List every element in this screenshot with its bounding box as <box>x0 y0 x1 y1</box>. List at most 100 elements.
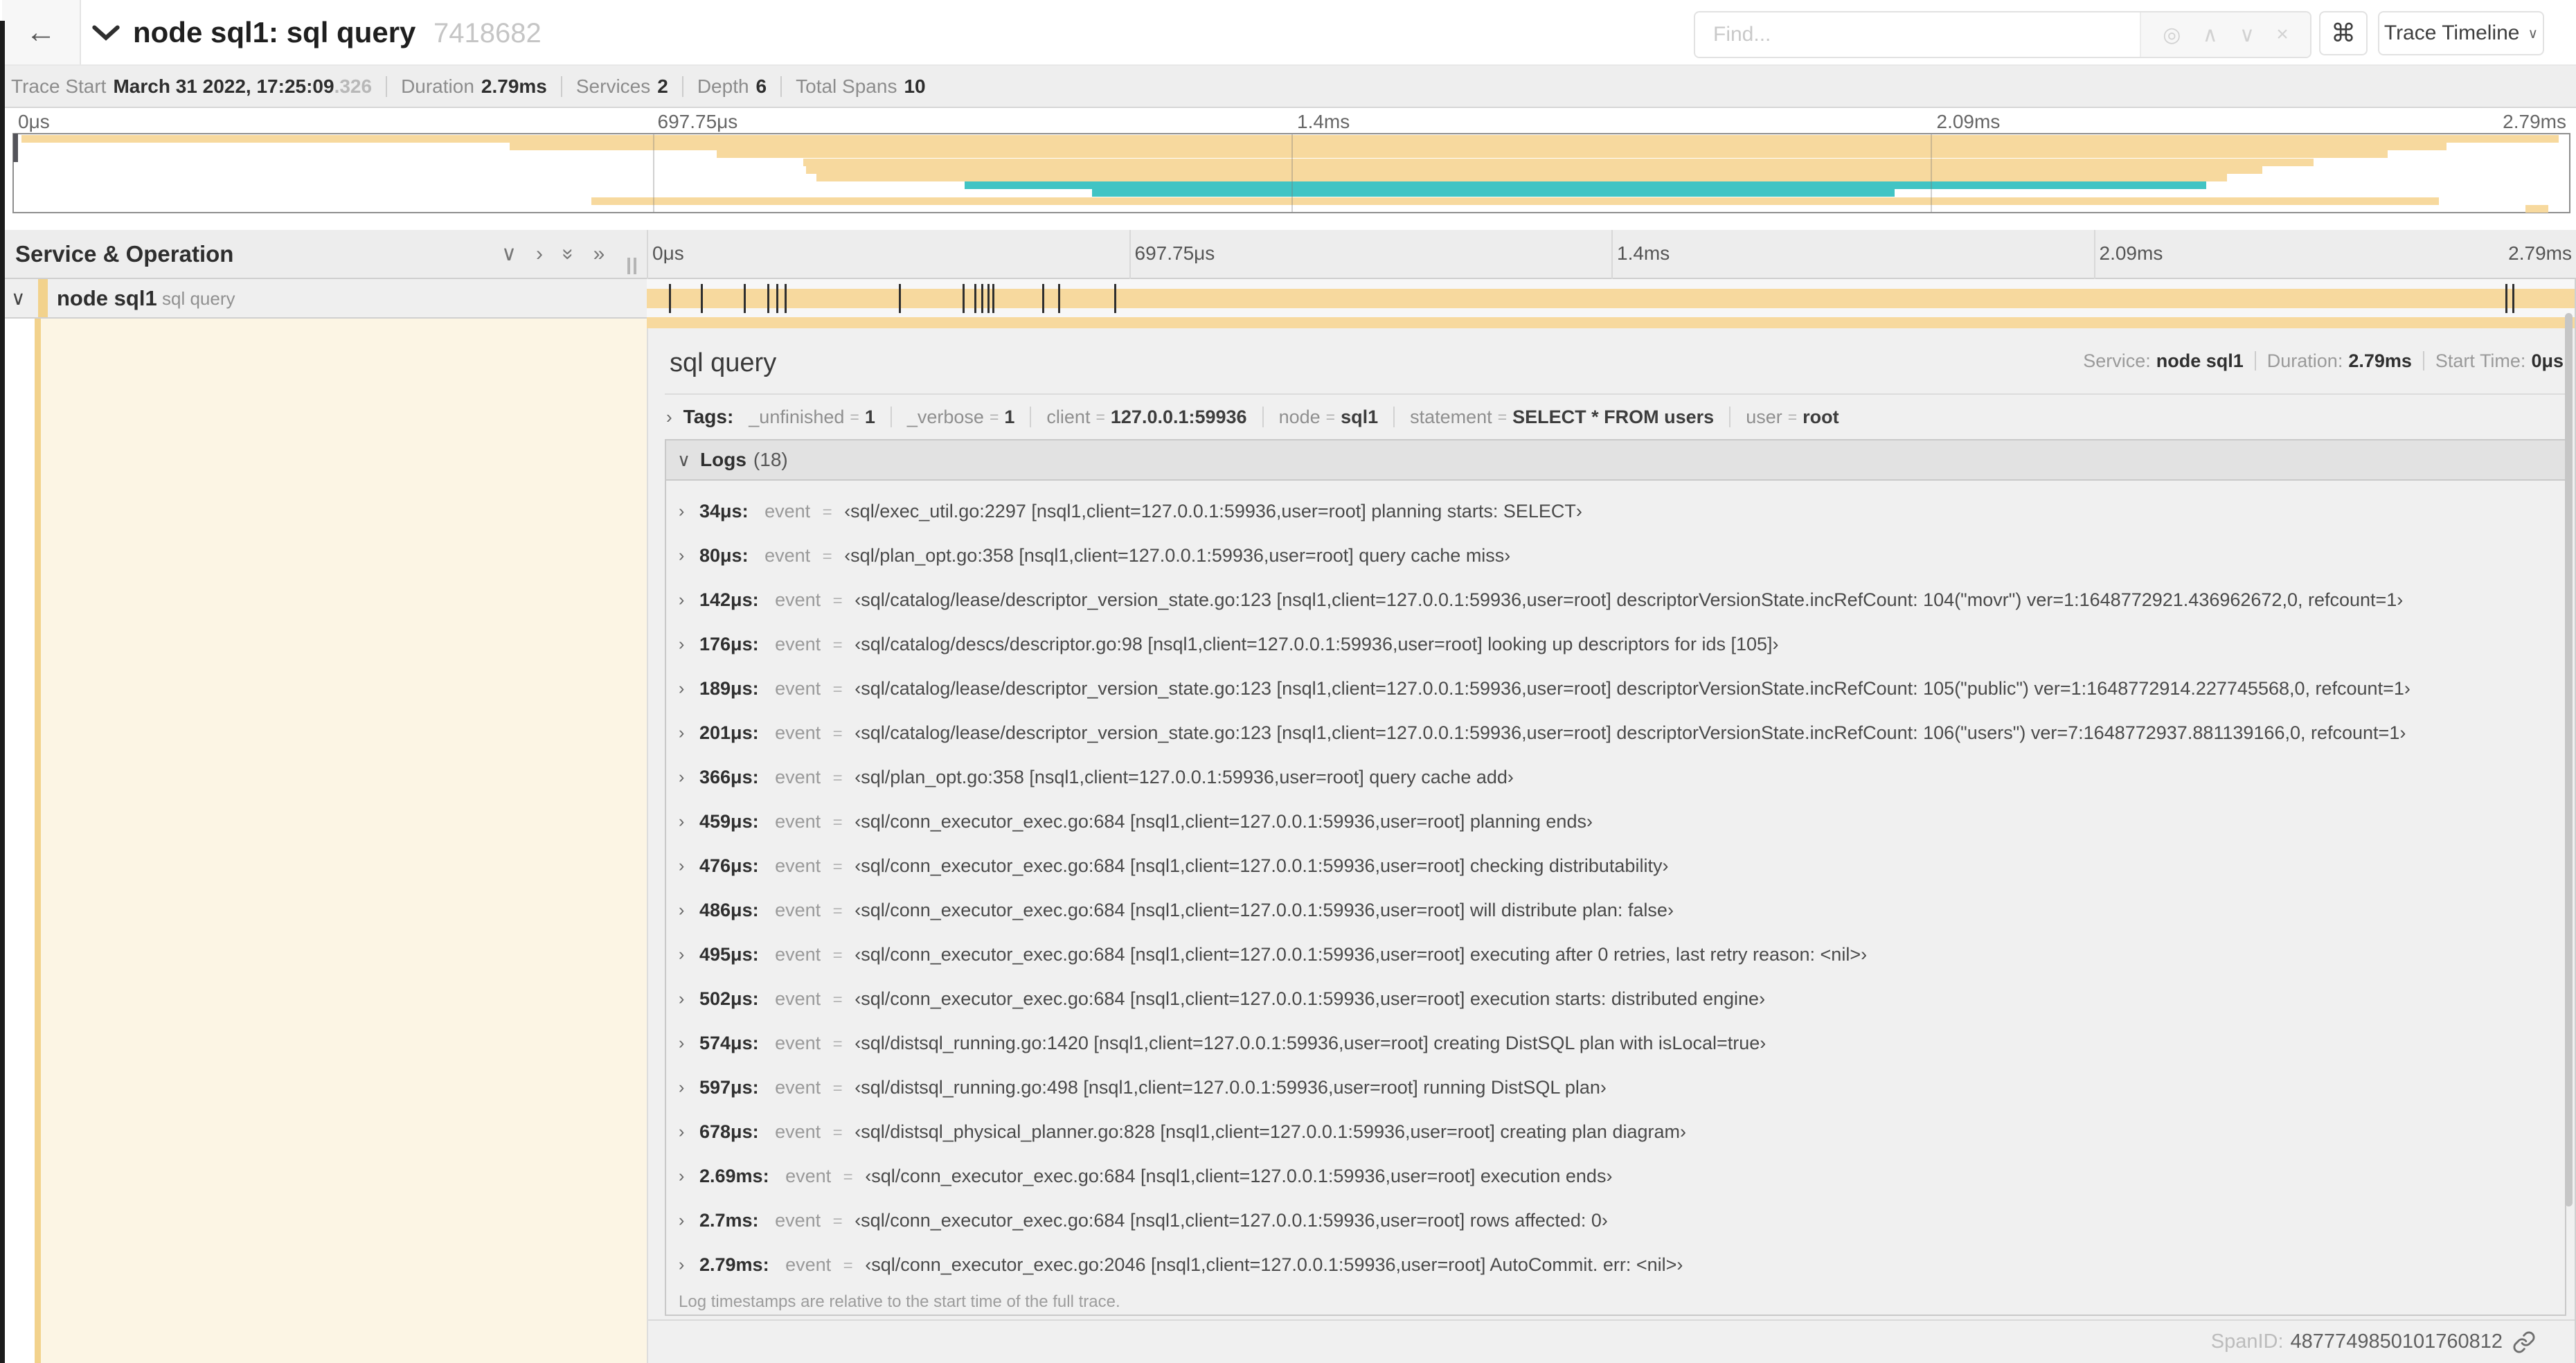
span-row-name-cell[interactable]: ∨ node sql1 sql query <box>0 279 647 317</box>
log-marker-tick[interactable] <box>767 284 769 313</box>
logs-collapse-chevron-icon[interactable]: ∨ <box>677 449 690 471</box>
log-marker-tick[interactable] <box>668 284 671 313</box>
log-row[interactable]: › 678μs: event = ‹sql/distsql_physical_p… <box>666 1110 2565 1154</box>
next-match-icon[interactable]: ∨ <box>2239 23 2255 47</box>
log-row[interactable]: › 2.69ms: event = ‹sql/conn_executor_exe… <box>666 1154 2565 1198</box>
log-expand-chevron-icon[interactable]: › <box>679 533 684 578</box>
log-expand-chevron-icon[interactable]: › <box>679 1065 684 1110</box>
timeline-ruler: 0μs 697.75μs 1.4ms 2.09ms 2.79ms <box>647 230 2576 278</box>
log-row[interactable]: › 459μs: event = ‹sql/conn_executor_exec… <box>666 799 2565 844</box>
tick-label: 0μs <box>18 111 50 132</box>
log-marker-tick[interactable] <box>992 284 995 313</box>
window-left-edge <box>0 21 5 1363</box>
locate-icon[interactable]: ◎ <box>2163 23 2181 47</box>
log-expand-chevron-icon[interactable]: › <box>679 578 684 622</box>
span-detail-panel: sql query Service: node sql1 Duration: 2.79… <box>647 328 2576 1363</box>
log-row[interactable]: › 597μs: event = ‹sql/distsql_running.go… <box>666 1065 2565 1110</box>
log-expand-chevron-icon[interactable]: › <box>679 799 684 844</box>
log-row[interactable]: › 574μs: event = ‹sql/distsql_running.go… <box>666 1021 2565 1065</box>
trace-minimap[interactable] <box>12 133 2570 213</box>
span-duration-bar[interactable] <box>647 289 2576 308</box>
expand-one-icon[interactable]: › <box>536 242 543 266</box>
viewport-drag-handle[interactable] <box>13 134 18 162</box>
minimap-span-bar <box>509 143 2447 151</box>
back-button[interactable]: ← <box>2 0 81 64</box>
log-expand-chevron-icon[interactable]: › <box>679 1021 684 1065</box>
log-expand-chevron-icon[interactable]: › <box>679 932 684 977</box>
column-resizer-handle[interactable] <box>627 258 636 274</box>
collapse-one-icon[interactable]: ∨ <box>501 242 517 266</box>
log-marker-tick[interactable] <box>776 284 778 313</box>
log-field-key: event <box>785 1166 832 1186</box>
log-row[interactable]: › 34μs: event = ‹sql/exec_util.go:2297 [… <box>666 489 2565 533</box>
detail-left-column <box>0 317 647 1363</box>
log-marker-tick[interactable] <box>743 284 746 313</box>
trace-collapse-chevron-icon[interactable] <box>92 25 120 42</box>
log-row[interactable]: › 201μs: event = ‹sql/catalog/lease/desc… <box>666 711 2565 755</box>
summary-value: 2 <box>657 75 668 97</box>
logs-header[interactable]: ∨ Logs (18) <box>666 440 2565 481</box>
tags-row[interactable]: › Tags: _unfinished = 1 _verbose = 1 client = 12… <box>666 396 2566 438</box>
span-collapse-chevron-icon[interactable]: ∨ <box>11 279 26 317</box>
log-marker-tick[interactable] <box>963 284 965 313</box>
collapse-all-icon[interactable]: » <box>556 248 580 260</box>
log-timestamp: 366μs: <box>699 767 759 787</box>
log-expand-chevron-icon[interactable]: › <box>679 888 684 932</box>
log-expand-chevron-icon[interactable]: › <box>679 1198 684 1242</box>
expand-all-icon[interactable]: » <box>593 242 605 266</box>
log-expand-chevron-icon[interactable]: › <box>679 1242 684 1287</box>
log-row[interactable]: › 80μs: event = ‹sql/plan_opt.go:358 [ns… <box>666 533 2565 578</box>
log-marker-tick[interactable] <box>2505 284 2508 313</box>
log-marker-tick[interactable] <box>2512 284 2514 313</box>
log-equals: = <box>832 946 843 965</box>
log-message: ‹sql/conn_executor_exec.go:684 [nsql1,cl… <box>855 855 1669 876</box>
log-timestamp: 2.79ms: <box>699 1254 769 1275</box>
log-expand-chevron-icon[interactable]: › <box>679 1110 684 1154</box>
prev-match-icon[interactable]: ∧ <box>2203 23 2218 47</box>
tick-label: 2.79ms <box>2503 111 2566 132</box>
log-row[interactable]: › 476μs: event = ‹sql/conn_executor_exec… <box>666 844 2565 888</box>
log-equals: = <box>832 1123 843 1142</box>
log-marker-tick[interactable] <box>1058 284 1061 313</box>
minimap-span-bar <box>716 150 2388 159</box>
tags-expand-chevron-icon[interactable]: › <box>666 407 672 428</box>
log-expand-chevron-icon[interactable]: › <box>679 977 684 1021</box>
log-field-key: event <box>775 589 821 610</box>
log-row[interactable]: › 2.79ms: event = ‹sql/conn_executor_exe… <box>666 1242 2565 1287</box>
tick-label: 0μs <box>652 242 684 264</box>
divider <box>1030 407 1032 427</box>
find-input[interactable] <box>1695 12 2140 57</box>
keyboard-shortcuts-button[interactable]: ⌘ <box>2319 11 2368 55</box>
log-expand-chevron-icon[interactable]: › <box>679 711 684 755</box>
log-expand-chevron-icon[interactable]: › <box>679 622 684 666</box>
log-expand-chevron-icon[interactable]: › <box>679 844 684 888</box>
log-marker-tick[interactable] <box>981 284 984 313</box>
log-row[interactable]: › 366μs: event = ‹sql/plan_opt.go:358 [n… <box>666 755 2565 799</box>
log-marker-tick[interactable] <box>987 284 990 313</box>
log-row[interactable]: › 495μs: event = ‹sql/conn_executor_exec… <box>666 932 2565 977</box>
log-marker-tick[interactable] <box>898 284 901 313</box>
scrollbar-thumb[interactable] <box>2565 313 2573 1206</box>
log-row[interactable]: › 176μs: event = ‹sql/catalog/descs/desc… <box>666 622 2565 666</box>
log-expand-chevron-icon[interactable]: › <box>679 666 684 711</box>
log-expand-chevron-icon[interactable]: › <box>679 1154 684 1198</box>
log-marker-tick[interactable] <box>784 284 787 313</box>
log-expand-chevron-icon[interactable]: › <box>679 489 684 533</box>
clear-search-icon[interactable]: × <box>2276 23 2289 46</box>
log-row[interactable]: › 502μs: event = ‹sql/conn_executor_exec… <box>666 977 2565 1021</box>
log-row[interactable]: › 142μs: event = ‹sql/catalog/lease/desc… <box>666 578 2565 622</box>
trace-view-dropdown[interactable]: Trace Timeline ∨ <box>2378 11 2544 55</box>
log-field-key: event <box>775 811 821 832</box>
summary-value: 6 <box>755 75 767 97</box>
log-marker-tick[interactable] <box>1113 284 1116 313</box>
log-row[interactable]: › 2.7ms: event = ‹sql/conn_executor_exec… <box>666 1198 2565 1242</box>
log-field-key: event <box>775 988 821 1009</box>
log-marker-tick[interactable] <box>974 284 977 313</box>
deep-link-icon[interactable] <box>2512 1330 2536 1354</box>
span-bar-cell[interactable] <box>647 279 2576 317</box>
log-row[interactable]: › 486μs: event = ‹sql/conn_executor_exec… <box>666 888 2565 932</box>
log-marker-tick[interactable] <box>1042 284 1045 313</box>
log-expand-chevron-icon[interactable]: › <box>679 755 684 799</box>
log-row[interactable]: › 189μs: event = ‹sql/catalog/lease/desc… <box>666 666 2565 711</box>
log-marker-tick[interactable] <box>700 284 703 313</box>
